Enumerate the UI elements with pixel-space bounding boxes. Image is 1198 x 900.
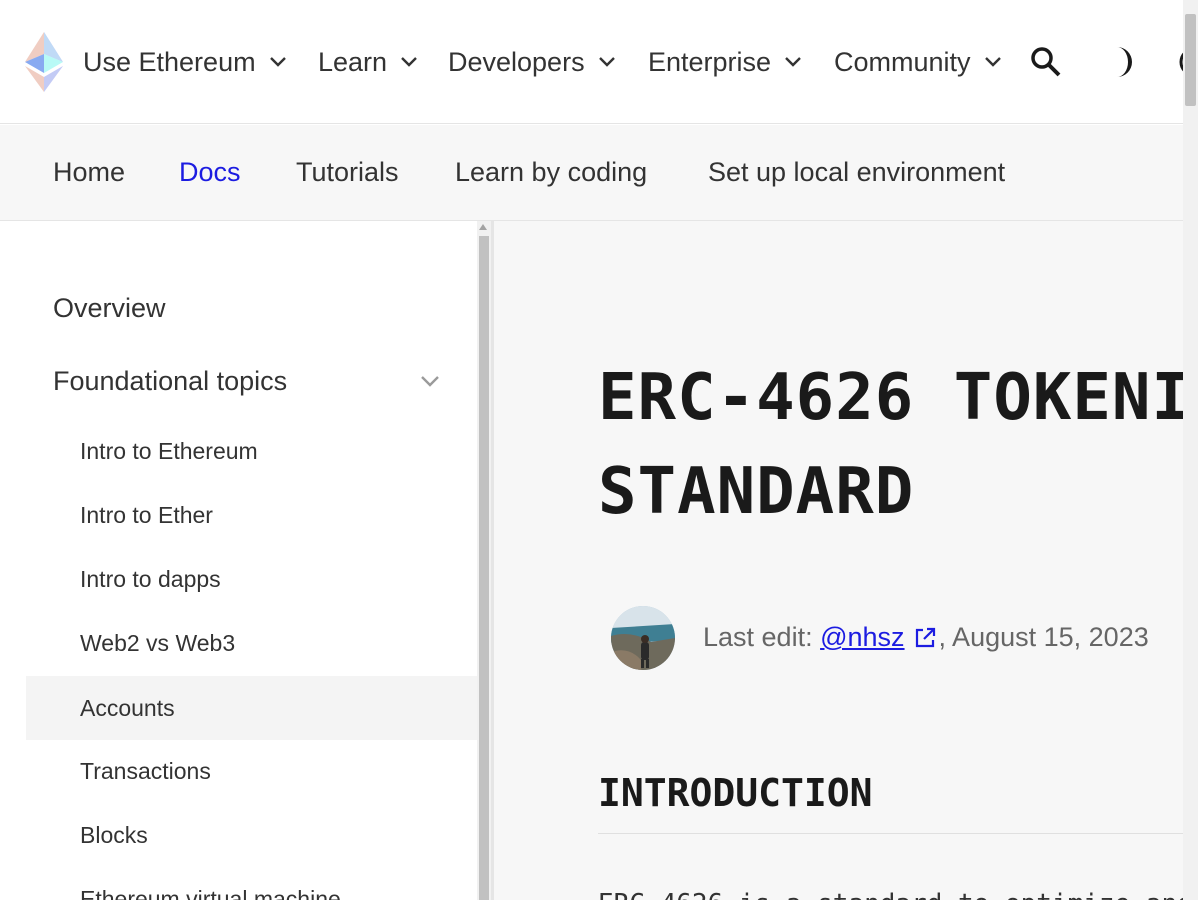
sidebar-scrollbar-thumb[interactable] bbox=[479, 236, 489, 900]
page-scrollbar-thumb[interactable] bbox=[1185, 14, 1196, 106]
sidebar-item-web2-vs-web3[interactable]: Web2 vs Web3 bbox=[26, 611, 477, 675]
nav-learn-label: Learn bbox=[318, 46, 388, 77]
last-edit-info: Last edit: @nhsz , August 15, 2023 bbox=[703, 622, 1149, 653]
top-navigation: Use Ethereum Learn Developers Enterprise… bbox=[0, 0, 1198, 124]
sidebar-item-intro-ether[interactable]: Intro to Ether bbox=[26, 483, 477, 547]
section-heading-introduction: INTRODUCTION bbox=[598, 771, 873, 815]
main-content: ERC-4626 TOKENI STANDARD Last edit: @nhs… bbox=[494, 221, 1183, 900]
chevron-down-icon bbox=[785, 57, 801, 67]
scroll-up-arrow-icon[interactable] bbox=[479, 224, 487, 230]
sidebar-item-blocks[interactable]: Blocks bbox=[26, 803, 477, 867]
sidebar-item-transactions[interactable]: Transactions bbox=[26, 739, 477, 803]
ethereum-logo-icon[interactable] bbox=[25, 32, 63, 92]
chevron-down-icon bbox=[401, 57, 417, 67]
last-edit-date: , August 15, 2023 bbox=[938, 622, 1149, 652]
nav-developers-label: Developers bbox=[448, 46, 585, 77]
search-button[interactable] bbox=[1026, 42, 1066, 82]
chevron-down-icon bbox=[269, 57, 286, 67]
nav-developers[interactable]: Developers bbox=[448, 44, 617, 80]
docs-subnav: Home Docs Tutorials Learn by coding Set … bbox=[0, 125, 1183, 221]
docs-sidebar: Overview Foundational topics Intro to Et… bbox=[0, 221, 477, 900]
sidebar-item-intro-ethereum[interactable]: Intro to Ethereum bbox=[26, 419, 477, 483]
subnav-local-environment[interactable]: Set up local environment bbox=[708, 157, 1005, 188]
page-title-line-1: ERC-4626 TOKENI bbox=[598, 361, 1183, 435]
author-link[interactable]: @nhsz bbox=[820, 622, 904, 653]
subnav-learn-by-coding[interactable]: Learn by coding bbox=[455, 157, 647, 188]
intro-paragraph: ERC-4626 is a standard to optimize and u… bbox=[598, 889, 1183, 900]
dark-mode-icon bbox=[1117, 47, 1132, 77]
sidebar-item-accounts[interactable]: Accounts bbox=[26, 676, 477, 740]
sidebar-item-intro-dapps[interactable]: Intro to dapps bbox=[26, 547, 477, 611]
theme-toggle-button[interactable] bbox=[1100, 42, 1140, 82]
nav-community[interactable]: Community bbox=[834, 44, 1003, 80]
nav-enterprise-label: Enterprise bbox=[648, 46, 772, 77]
subnav-home[interactable]: Home bbox=[53, 157, 125, 188]
nav-learn[interactable]: Learn bbox=[318, 44, 419, 80]
external-link-icon bbox=[915, 627, 935, 647]
sidebar-item-evm[interactable]: Ethereum virtual machine bbox=[26, 867, 477, 900]
nav-community-label: Community bbox=[834, 46, 971, 77]
nav-use-ethereum-label: Use Ethereum bbox=[83, 46, 256, 77]
last-edit-label: Last edit: bbox=[703, 622, 813, 652]
chevron-down-icon bbox=[984, 57, 1001, 67]
sidebar-overview[interactable]: Overview bbox=[53, 293, 166, 324]
page-scrollbar[interactable] bbox=[1183, 0, 1198, 900]
author-avatar[interactable] bbox=[611, 606, 675, 670]
nav-use-ethereum[interactable]: Use Ethereum bbox=[83, 44, 288, 80]
subnav-tutorials[interactable]: Tutorials bbox=[296, 157, 399, 188]
chevron-down-icon[interactable] bbox=[418, 371, 442, 391]
sidebar-section-foundational-topics[interactable]: Foundational topics bbox=[53, 366, 287, 397]
page-title: ERC-4626 TOKENI STANDARD bbox=[598, 351, 1183, 539]
chevron-down-icon bbox=[598, 57, 615, 67]
heading-underline bbox=[598, 833, 1183, 834]
nav-enterprise[interactable]: Enterprise bbox=[648, 44, 803, 80]
subnav-docs[interactable]: Docs bbox=[179, 157, 241, 188]
search-icon bbox=[1031, 47, 1061, 77]
page-title-line-2: STANDARD bbox=[598, 455, 915, 529]
